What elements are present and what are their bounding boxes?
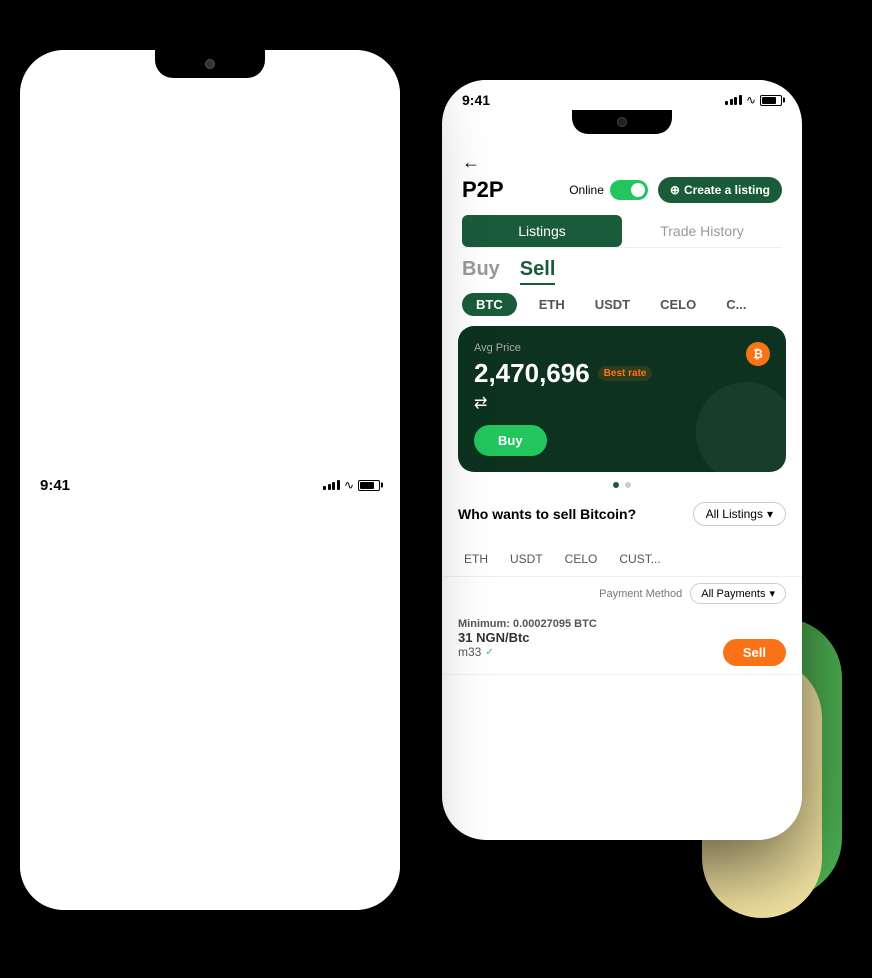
status-bar-back: 9:41 ∿ (442, 80, 802, 108)
all-listings-button[interactable]: All Listings ▾ (693, 502, 786, 526)
all-payments-select[interactable]: All Payments ▾ (690, 583, 786, 604)
crypto-tab-usdt[interactable]: USDT (587, 293, 638, 316)
crypto-tabs: BTC ETH USDT CELO C... (442, 285, 802, 316)
p2p-tabs: Listings Trade History (462, 215, 782, 248)
dot-2 (625, 482, 631, 488)
wifi-icon-front: ∿ (344, 478, 354, 492)
crypto-tab2-usdt[interactable]: USDT (504, 548, 549, 570)
status-time-back: 9:41 (462, 92, 490, 108)
camera-back (617, 117, 627, 127)
who-row: Who wants to sell Bitcoin? All Listings … (458, 502, 786, 526)
card-pagination (442, 482, 802, 488)
signal-icon-front (323, 480, 340, 490)
buy-sell-row: Buy Sell (442, 248, 802, 285)
verified-badge: ✓ (485, 647, 493, 658)
status-bar-front: 9:41 ∿ (20, 50, 400, 910)
phone-front: 9:41 ∿ ← Sell Sell Crypto Transactions ₿… (20, 50, 400, 910)
toggle-pill[interactable] (610, 180, 648, 200)
phone-back: 9:41 ∿ ← P2P Online ⊕ Create a listing (442, 80, 802, 840)
price-value: 2,470,696 Best rate (474, 358, 770, 389)
online-toggle[interactable]: Online (569, 180, 648, 200)
listing-amount: Minimum: 0.00027095 BTC (458, 618, 786, 630)
crypto-tab2-cust[interactable]: CUST... (613, 548, 666, 570)
crypto-tab2-eth[interactable]: ETH (458, 548, 494, 570)
who-title: Who wants to sell Bitcoin? (458, 506, 636, 522)
avg-price-label: Avg Price (474, 342, 770, 354)
p2p-actions: Online ⊕ Create a listing (569, 177, 782, 203)
all-listings-label: All Listings (706, 507, 763, 521)
p2p-title: P2P (462, 177, 504, 203)
crypto-tab2-celo[interactable]: CELO (559, 548, 604, 570)
coin-icon: ₿ (746, 342, 770, 366)
crypto-tab-eth[interactable]: ETH (531, 293, 573, 316)
tab-trade-history[interactable]: Trade History (622, 215, 782, 247)
notch-back (442, 110, 802, 134)
signal-icon (725, 95, 742, 105)
price-card: ₿ Avg Price 2,470,696 Best rate ⇄ Buy (458, 326, 786, 472)
status-time-front: 9:41 (40, 477, 70, 494)
plus-icon: ⊕ (670, 183, 680, 197)
crypto-tab-celo[interactable]: CELO (652, 293, 704, 316)
battery-icon (760, 95, 782, 106)
all-payments-label: All Payments (701, 588, 765, 600)
chevron-down-icon-filter: ▾ (769, 587, 775, 600)
create-listing-label: Create a listing (684, 183, 770, 197)
listing-row: Minimum: 0.00027095 BTC 31 NGN/Btc m33 ✓… (442, 610, 802, 675)
create-listing-button[interactable]: ⊕ Create a listing (658, 177, 782, 203)
crypto-tab-btc[interactable]: BTC (462, 293, 517, 316)
filters-row: Payment Method All Payments ▾ (442, 577, 802, 610)
payment-method-label: Payment Method (599, 588, 682, 600)
camera-front (205, 59, 215, 69)
who-section: Who wants to sell Bitcoin? All Listings … (442, 494, 802, 542)
buy-label[interactable]: Buy (462, 258, 500, 285)
status-icons-back: ∿ (725, 93, 782, 107)
best-rate-badge: Best rate (598, 366, 653, 381)
chevron-down-icon: ▾ (767, 507, 773, 521)
online-label: Online (569, 183, 604, 197)
p2p-back-button[interactable]: ← (462, 152, 480, 173)
dot-1 (613, 482, 619, 488)
tab-listings[interactable]: Listings (462, 215, 622, 247)
crypto-tab-more[interactable]: C... (718, 293, 754, 316)
listing-sell-button[interactable]: Sell (723, 639, 786, 666)
p2p-header: ← (442, 142, 802, 173)
sell-label[interactable]: Sell (520, 258, 556, 285)
status-icons-front: ∿ (323, 478, 380, 492)
buy-button-card[interactable]: Buy (474, 425, 547, 456)
battery-icon-front (358, 480, 380, 491)
crypto-tabs-2: ETH USDT CELO CUST... (442, 542, 802, 577)
wifi-icon: ∿ (746, 93, 756, 107)
